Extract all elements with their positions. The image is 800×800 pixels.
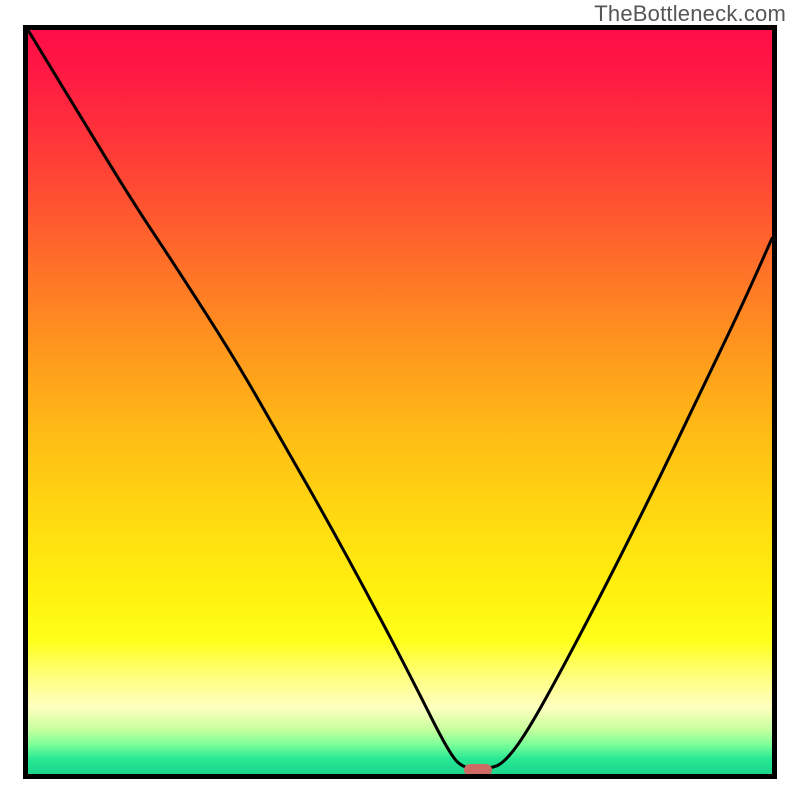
chart-container: TheBottleneck.com [0, 0, 800, 800]
bottleneck-curve [28, 30, 772, 774]
optimal-point-marker [464, 764, 492, 776]
plot-frame [23, 25, 777, 779]
watermark-text: TheBottleneck.com [594, 1, 786, 27]
